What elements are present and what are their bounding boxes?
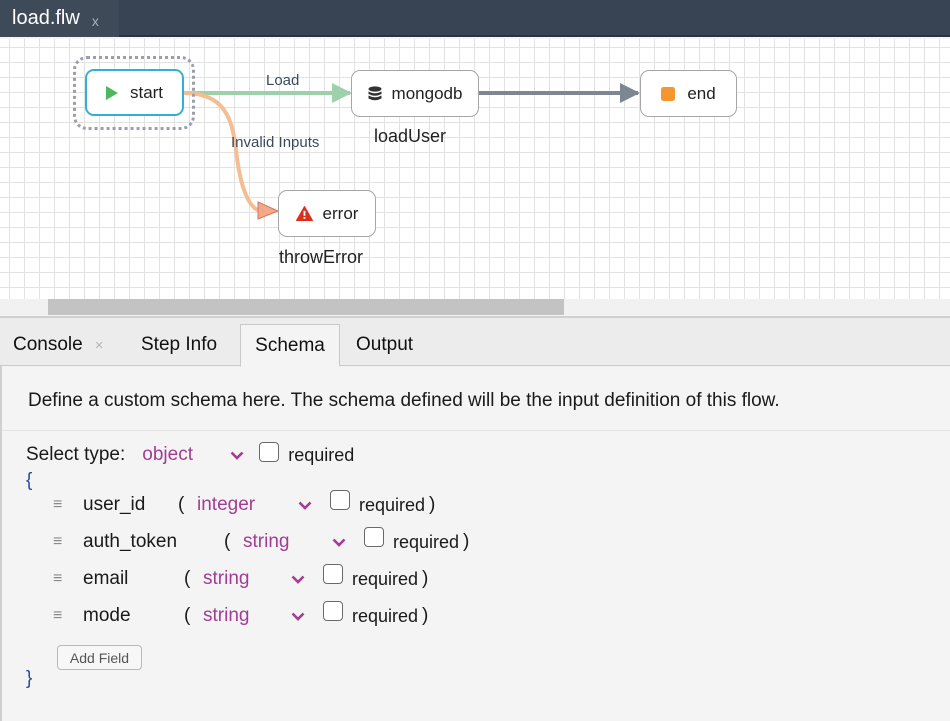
tab-schema[interactable]: Schema [240, 324, 340, 367]
node-start-label: start [129, 82, 164, 102]
node-mongodb-name: loadUser [374, 126, 447, 146]
field-required-label: required [352, 606, 419, 626]
edge-invalid-arrowhead [257, 201, 280, 220]
panel-tab-bar: Console × Step Info Schema Output [0, 318, 950, 367]
close-brace: } [26, 668, 33, 689]
chevron-down-icon [230, 451, 244, 460]
node-error[interactable]: error [278, 190, 376, 237]
node-mongodb[interactable]: mongodb [351, 70, 479, 117]
drag-handle-icon[interactable]: ≡ [53, 533, 62, 551]
paren-close: ) [422, 568, 429, 589]
chevron-down-icon[interactable] [298, 501, 312, 510]
field-required-checkbox[interactable] [323, 564, 343, 584]
flow-canvas[interactable]: start Load mongodb loadUser end Invalid … [0, 39, 950, 299]
description-divider [2, 430, 950, 431]
stop-icon [661, 86, 676, 101]
node-start[interactable]: start [85, 69, 184, 116]
chevron-down-icon[interactable] [332, 538, 346, 547]
add-field-button[interactable]: Add Field [57, 645, 142, 670]
schema-panel: Define a custom schema here. The schema … [0, 366, 950, 721]
open-brace: { [26, 470, 33, 491]
drag-handle-icon[interactable]: ≡ [53, 607, 62, 625]
close-tab-icon[interactable]: x [92, 13, 99, 29]
chevron-down-icon[interactable] [291, 575, 305, 584]
horizontal-scrollbar-thumb[interactable] [48, 299, 564, 315]
chevron-down-icon[interactable] [291, 612, 305, 621]
tab-output-label: Output [356, 334, 414, 355]
node-error-label: error [322, 203, 359, 223]
tab-step-info-label: Step Info [141, 334, 218, 355]
field-required-checkbox[interactable] [364, 527, 384, 547]
field-type-select[interactable]: integer [197, 494, 255, 516]
field-name[interactable]: user_id [83, 494, 145, 516]
root-required-checkbox[interactable] [259, 442, 280, 462]
field-required-checkbox[interactable] [330, 490, 350, 510]
title-bar: load.flw x [0, 0, 950, 37]
field-name[interactable]: auth_token [83, 531, 177, 553]
drag-handle-icon[interactable]: ≡ [53, 570, 62, 588]
field-type-select[interactable]: string [203, 605, 249, 627]
node-error-name: throwError [279, 247, 364, 267]
root-type-value: object [142, 444, 193, 465]
paren-close: ) [429, 494, 436, 515]
field-name[interactable]: email [83, 568, 128, 590]
database-icon [368, 85, 382, 102]
node-mongodb-label: mongodb [391, 83, 463, 103]
drag-handle-icon[interactable]: ≡ [53, 496, 62, 514]
tab-schema-label: Schema [255, 334, 325, 356]
paren-open: ( [178, 494, 185, 515]
field-name[interactable]: mode [83, 605, 131, 627]
select-type-row: Select type: object required [26, 442, 355, 466]
play-icon [105, 85, 118, 100]
field-required-label: required [393, 532, 460, 552]
schema-description: Define a custom schema here. The schema … [28, 390, 780, 411]
field-required-label: required [352, 569, 419, 589]
root-type-select[interactable]: object [142, 444, 255, 466]
paren-open: ( [184, 568, 191, 589]
tab-output[interactable]: Output [356, 324, 413, 366]
node-end[interactable]: end [640, 70, 737, 117]
tab-console[interactable]: Console × [13, 324, 103, 366]
edge-label-load: Load [266, 72, 300, 89]
field-required-checkbox[interactable] [323, 601, 343, 621]
tab-step-info[interactable]: Step Info [141, 324, 217, 366]
select-type-label: Select type: [26, 444, 126, 465]
close-console-icon[interactable]: × [95, 337, 104, 354]
field-type-select[interactable]: string [203, 568, 249, 590]
paren-close: ) [422, 605, 429, 626]
node-end-label: end [687, 83, 716, 103]
file-tab-name: load.flw [12, 7, 80, 29]
paren-open: ( [184, 605, 191, 626]
field-type-select[interactable]: string [243, 531, 289, 553]
edge-invalid-inputs[interactable] [183, 91, 263, 213]
paren-close: ) [463, 531, 470, 552]
file-tab[interactable]: load.flw x [0, 0, 119, 37]
warning-icon [295, 206, 313, 221]
edge-label-invalid-inputs: Invalid Inputs [231, 134, 320, 151]
paren-open: ( [224, 531, 231, 552]
tab-console-label: Console [13, 334, 83, 355]
field-required-label: required [359, 495, 426, 515]
root-required-label: required [288, 444, 355, 465]
